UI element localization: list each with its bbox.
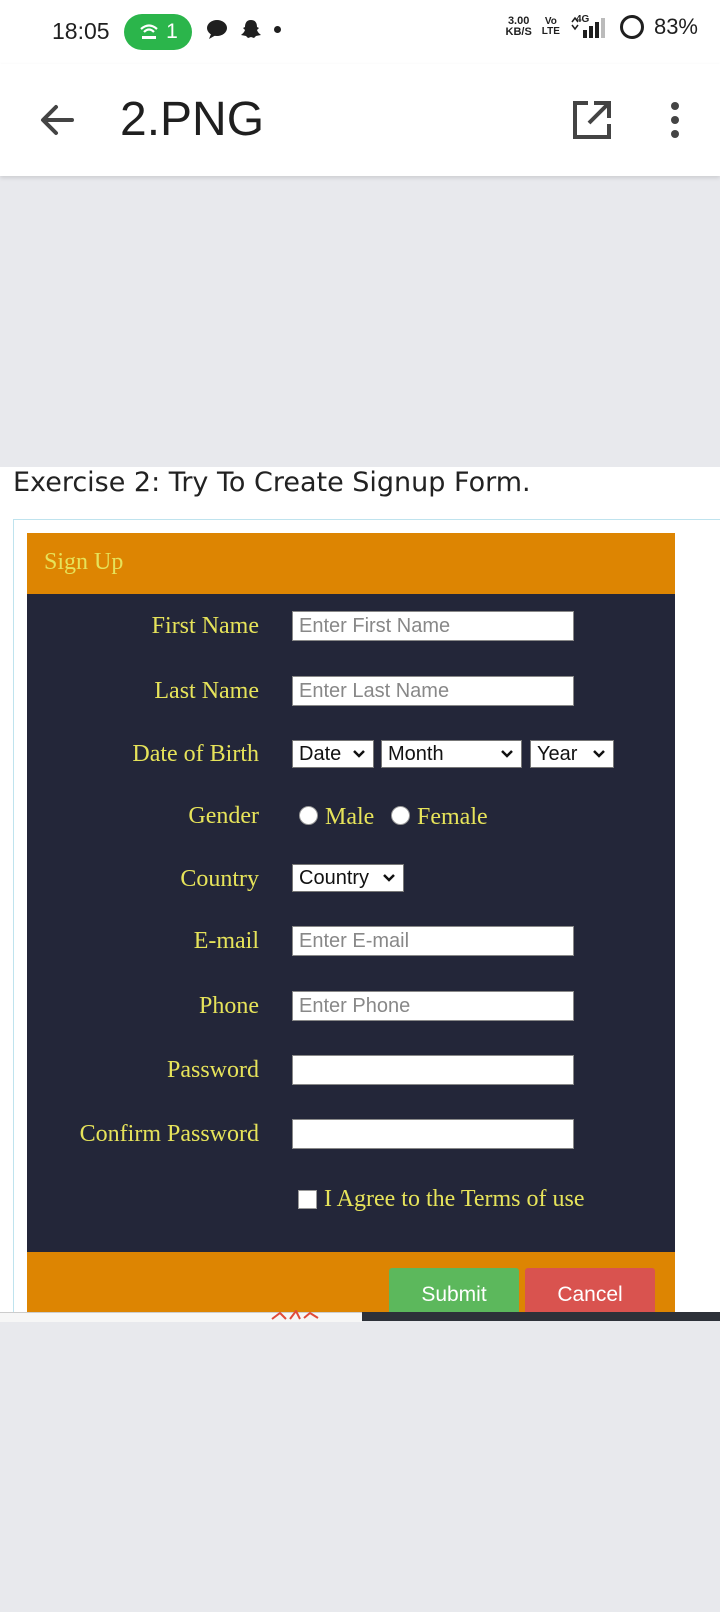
status-time: 18:05 <box>52 18 110 44</box>
notification-icons <box>206 18 281 40</box>
form-header: Sign Up <box>27 533 675 594</box>
dob-date-select[interactable]: Date <box>292 740 374 768</box>
status-bar: 18:05 1 3.00 KB/S Vo LTE 4G 83% <box>0 0 720 64</box>
app-bar: 2.PNG <box>0 64 720 176</box>
confirm-password-input[interactable] <box>292 1119 574 1149</box>
file-title: 2.PNG <box>120 93 265 146</box>
open-external-icon <box>573 101 611 139</box>
terms-checkbox[interactable] <box>298 1190 317 1209</box>
email-input[interactable]: Enter E-mail <box>292 926 574 956</box>
signup-form: Sign Up First Name Enter First Name Last… <box>27 533 675 1312</box>
password-input[interactable] <box>292 1055 574 1085</box>
first-name-input[interactable]: Enter First Name <box>292 611 574 641</box>
submit-button[interactable]: Submit <box>389 1268 519 1312</box>
volte-indicator: Vo LTE <box>541 16 560 37</box>
cancel-button[interactable]: Cancel <box>525 1268 655 1312</box>
email-label: E-mail <box>193 928 259 954</box>
country-select[interactable]: Country <box>292 864 404 892</box>
first-name-label: First Name <box>151 613 259 639</box>
phone-input[interactable]: Enter Phone <box>292 991 574 1021</box>
form-footer: Submit Cancel <box>27 1252 675 1312</box>
status-right: 3.00 KB/S Vo LTE 4G 83% <box>506 14 698 40</box>
cropped-graphic-icon <box>271 1310 319 1320</box>
hotspot-badge: 1 <box>124 14 192 50</box>
last-name-label: Last Name <box>154 678 259 704</box>
chevron-down-icon <box>501 750 513 758</box>
confirm-password-label: Confirm Password <box>79 1121 259 1147</box>
password-label: Password <box>166 1057 259 1083</box>
gender-label: Gender <box>188 803 259 829</box>
country-label: Country <box>180 866 259 892</box>
form-title: Sign Up <box>44 549 124 575</box>
phone-label: Phone <box>199 993 259 1019</box>
exercise-title: Exercise 2: Try To Create Signup Form. <box>13 467 531 498</box>
more-notifications-dot <box>274 25 281 33</box>
signal-indicator: 4G <box>570 14 610 40</box>
dob-year-select[interactable]: Year <box>530 740 614 768</box>
image-content: Exercise 2: Try To Create Signup Form. S… <box>0 467 720 1312</box>
signal-bars-icon <box>571 16 605 38</box>
gender-male-radio[interactable] <box>299 806 318 825</box>
hotspot-icon <box>140 24 158 39</box>
hotspot-count: 1 <box>166 20 178 43</box>
chevron-down-icon <box>353 750 365 758</box>
more-vertical-icon <box>671 102 679 138</box>
gender-female-label: Female <box>417 804 488 830</box>
chevron-down-icon <box>383 874 395 882</box>
open-external-button[interactable] <box>570 98 614 142</box>
more-options-button[interactable] <box>660 98 690 142</box>
arrow-back-icon <box>41 105 74 135</box>
network-speed: 3.00 KB/S <box>505 15 532 38</box>
battery-icon <box>619 15 644 39</box>
dob-label: Date of Birth <box>132 741 259 767</box>
battery-percent: 83% <box>653 14 698 39</box>
terms-label: I Agree to the Terms of use <box>324 1186 585 1212</box>
chat-bubble-icon <box>207 20 227 39</box>
snapchat-icon <box>241 20 261 38</box>
image-bottom-strip-right <box>362 1312 720 1321</box>
last-name-input[interactable]: Enter Last Name <box>292 676 574 706</box>
dob-month-select[interactable]: Month <box>381 740 522 768</box>
chevron-down-icon <box>593 750 605 758</box>
gender-female-radio[interactable] <box>391 806 410 825</box>
gender-male-label: Male <box>325 804 375 830</box>
back-button[interactable] <box>34 96 82 144</box>
